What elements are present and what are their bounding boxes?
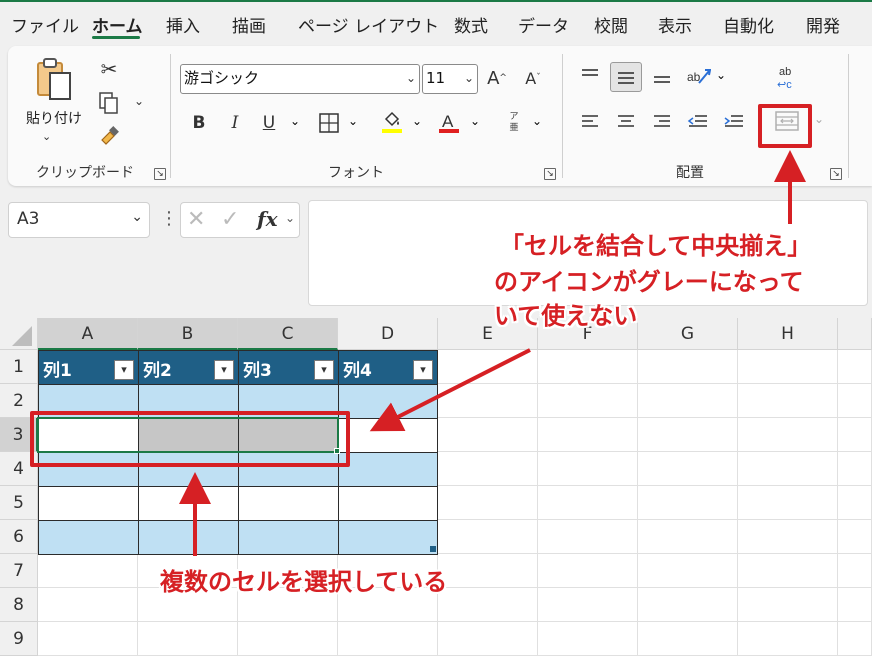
arrow-to-selection (369, 348, 531, 432)
merge-note-line-3: いて使えない (494, 302, 638, 330)
annotation-arrows (179, 150, 806, 556)
select-note: 複数のセルを選択している (160, 568, 448, 596)
merge-note-line-2: のアイコンがグレーになって (494, 268, 804, 296)
excel-window: ファイル ホーム 挿入 描画 ページ レイアウト 数式 データ 校閲 表示 自動… (0, 0, 872, 656)
merge-note-line-1: 「セルを結合して中央揃え」 (500, 232, 812, 260)
